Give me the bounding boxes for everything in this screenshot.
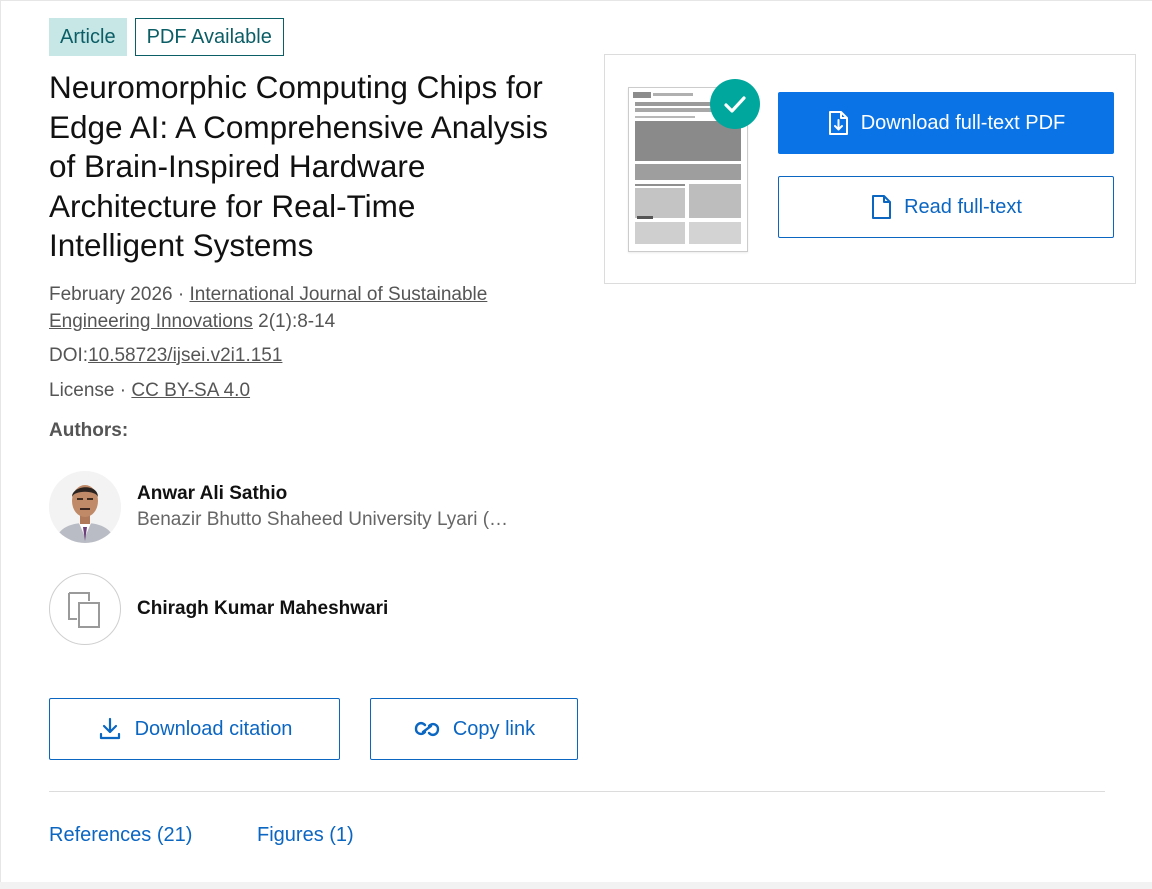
pdf-available-badge: PDF Available — [134, 18, 284, 56]
download-citation-button[interactable]: Download citation — [49, 698, 340, 760]
section-divider — [49, 791, 1105, 792]
tab-figures[interactable]: Figures (1) — [257, 824, 354, 847]
article-type-badge: Article — [49, 18, 127, 56]
checkmark-icon — [710, 79, 760, 129]
file-download-icon — [828, 111, 848, 135]
authors-heading: Authors: — [49, 420, 129, 441]
author-item[interactable]: Chiragh Kumar Maheshwari — [49, 573, 388, 645]
meta-separator: · — [172, 284, 190, 305]
doi-link[interactable]: 10.58723/ijsei.v2i1.151 — [88, 345, 282, 366]
download-citation-label: Download citation — [134, 717, 293, 740]
download-pdf-label: Download full-text PDF — [860, 111, 1066, 134]
license-label: License — [49, 380, 115, 401]
issue-info: 2(1):8-14 — [252, 311, 336, 332]
doi-label: DOI: — [49, 345, 89, 366]
license-row: License · CC BY-SA 4.0 — [49, 377, 250, 404]
author-name[interactable]: Anwar Ali Sathio — [137, 481, 508, 507]
author-photo-icon — [49, 471, 121, 543]
license-link[interactable]: CC BY-SA 4.0 — [131, 380, 250, 401]
badge-row: Article PDF Available — [49, 18, 284, 56]
placeholder-avatar-icon — [68, 592, 100, 628]
license-separator: · — [114, 380, 132, 401]
fulltext-card: Download full-text PDF Read full-text — [604, 54, 1136, 284]
tab-references[interactable]: References (21) — [49, 824, 192, 847]
read-fulltext-button[interactable]: Read full-text — [778, 176, 1114, 238]
read-fulltext-label: Read full-text — [904, 195, 1022, 218]
author-avatar[interactable] — [49, 573, 121, 645]
download-icon — [99, 717, 120, 740]
link-icon — [414, 721, 440, 737]
bottom-edge — [0, 882, 1152, 889]
author-item[interactable]: Anwar Ali Sathio Benazir Bhutto Shaheed … — [49, 471, 508, 543]
publication-meta: February 2026 · International Journal of… — [49, 281, 569, 335]
author-avatar[interactable] — [49, 471, 121, 543]
doi-row: DOI:10.58723/ijsei.v2i1.151 — [49, 342, 282, 369]
file-icon — [872, 195, 892, 219]
download-fulltext-pdf-button[interactable]: Download full-text PDF — [778, 92, 1114, 154]
page-title: Neuromorphic Computing Chips for Edge AI… — [49, 69, 549, 263]
copy-link-label: Copy link — [452, 717, 536, 740]
author-name[interactable]: Chiragh Kumar Maheshwari — [137, 596, 388, 622]
publication-date: February 2026 — [49, 284, 173, 305]
author-affiliation: Benazir Bhutto Shaheed University Lyari … — [137, 509, 509, 530]
copy-link-button[interactable]: Copy link — [370, 698, 578, 760]
